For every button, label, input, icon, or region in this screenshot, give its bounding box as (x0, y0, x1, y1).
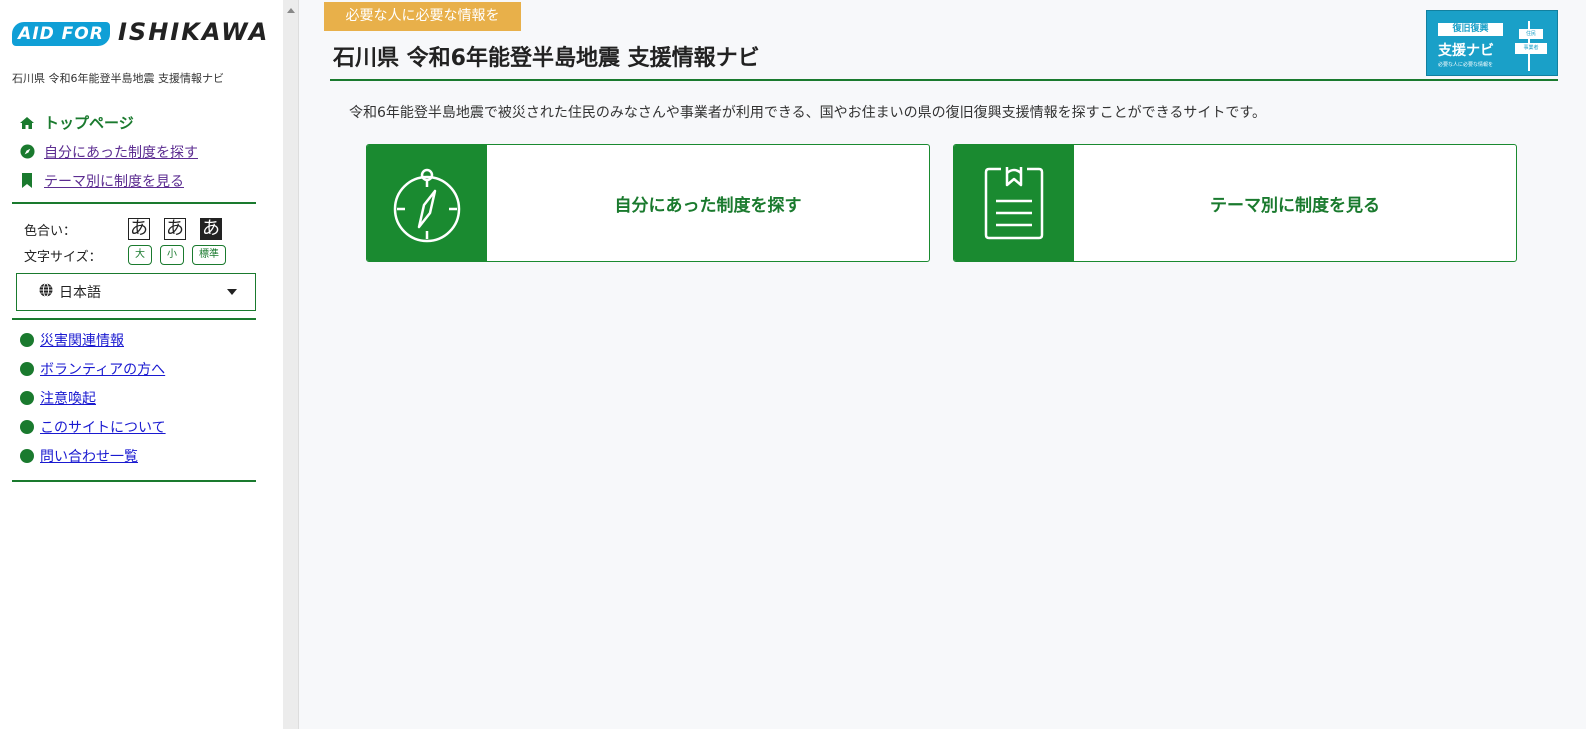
language-select[interactable]: 日本語 (16, 273, 256, 311)
color-option-light[interactable]: あ (164, 218, 186, 240)
compass-icon (367, 145, 487, 261)
display-settings: 色合い： あ あ あ 文字サイズ： 大 小 標準 (24, 216, 256, 268)
signpost-businesses: 事業者 (1515, 43, 1547, 54)
link-item: ボランティアの方へ (20, 354, 256, 383)
bullet-icon (20, 361, 34, 376)
home-icon (18, 114, 36, 132)
link-item: 注意喚起 (20, 383, 256, 412)
link-caution[interactable]: 注意喚起 (40, 388, 96, 408)
globe-icon (39, 283, 53, 301)
bullet-icon (20, 332, 34, 347)
theme-system-card[interactable]: テーマ別に制度を見る (953, 144, 1517, 262)
divider (12, 318, 256, 320)
bullet-icon (20, 390, 34, 405)
badge-bottom-text: 必要な人に必要な情報を (1438, 62, 1494, 68)
size-large-button[interactable]: 大 (128, 245, 152, 265)
top-nav: トップページ 自分にあった制度を探す テーマ別に制度を見る (18, 108, 258, 195)
color-option-dark[interactable]: あ (200, 218, 222, 240)
site-description: 令和6年能登半島地震で被災された住民のみなさんや事業者が利用できる、国やお住まい… (349, 105, 1266, 121)
link-about[interactable]: このサイトについて (40, 417, 166, 437)
nav-label-home: トップページ (44, 114, 134, 132)
bookmark-icon (18, 172, 36, 190)
bullet-icon (20, 448, 34, 463)
page-title: 石川県 令和6年能登半島地震 支援情報ナビ (333, 46, 760, 71)
theme-system-label: テーマ別に制度を見る (1210, 195, 1380, 216)
language-value: 日本語 (59, 285, 101, 301)
size-standard-button[interactable]: 標準 (192, 245, 226, 265)
nav-item-home[interactable]: トップページ (18, 108, 258, 137)
nav-item-theme[interactable]: テーマ別に制度を見る (18, 166, 258, 195)
nav-link-find[interactable]: 自分にあった制度を探す (44, 142, 198, 162)
chevron-down-icon (227, 289, 237, 295)
link-item: このサイトについて (20, 412, 256, 441)
badge-middle-text: 支援ナビ (1438, 43, 1494, 59)
link-item: 問い合わせ一覧 (20, 441, 256, 470)
divider (12, 202, 256, 204)
size-label: 文字サイズ： (24, 249, 102, 265)
title-underline (330, 79, 1558, 81)
logo-ishikawa: ISHIKAWA (118, 18, 270, 46)
size-setting-row: 文字サイズ： 大 小 標準 (24, 242, 256, 268)
color-option-standard[interactable]: あ (128, 218, 150, 240)
info-links: 災害関連情報 ボランティアの方へ 注意喚起 このサイトについて 問い合わせ一覧 (20, 325, 256, 470)
support-navi-badge: 復旧復興 支援ナビ 必要な人に必要な情報を 住民 事業者 (1426, 10, 1558, 76)
size-small-button[interactable]: 小 (160, 245, 184, 265)
link-volunteer[interactable]: ボランティアの方へ (40, 359, 165, 379)
sidebar-scrollbar[interactable] (283, 0, 299, 729)
color-label: 色合い： (24, 223, 77, 239)
color-setting-row: 色合い： あ あ あ (24, 216, 256, 242)
nav-link-theme[interactable]: テーマ別に制度を見る (44, 171, 184, 191)
sidebar: AID FOR ISHIKAWA 石川県 令和6年能登半島地震 支援情報ナビ ト… (0, 0, 283, 729)
find-system-label: 自分にあった制度を探す (614, 195, 802, 216)
scroll-up-icon[interactable] (287, 8, 295, 13)
link-contacts[interactable]: 問い合わせ一覧 (40, 446, 138, 466)
site-logo[interactable]: AID FOR ISHIKAWA (12, 16, 267, 48)
badge-top-text: 復旧復興 (1438, 23, 1503, 36)
site-subtitle: 石川県 令和6年能登半島地震 支援情報ナビ (12, 72, 224, 85)
tagline-badge: 必要な人に必要な情報を (324, 2, 521, 31)
divider (12, 480, 256, 482)
signpost-residents: 住民 (1519, 29, 1543, 39)
bullet-icon (20, 419, 34, 434)
compass-icon (18, 143, 36, 161)
logo-aid-for: AID FOR (12, 22, 110, 46)
find-system-card[interactable]: 自分にあった制度を探す (366, 144, 930, 262)
nav-item-find[interactable]: 自分にあった制度を探す (18, 137, 258, 166)
link-disaster-info[interactable]: 災害関連情報 (40, 330, 124, 350)
link-item: 災害関連情報 (20, 325, 256, 354)
clipboard-icon (954, 145, 1074, 261)
main-content: 必要な人に必要な情報を 石川県 令和6年能登半島地震 支援情報ナビ 復旧復興 支… (300, 0, 1586, 729)
